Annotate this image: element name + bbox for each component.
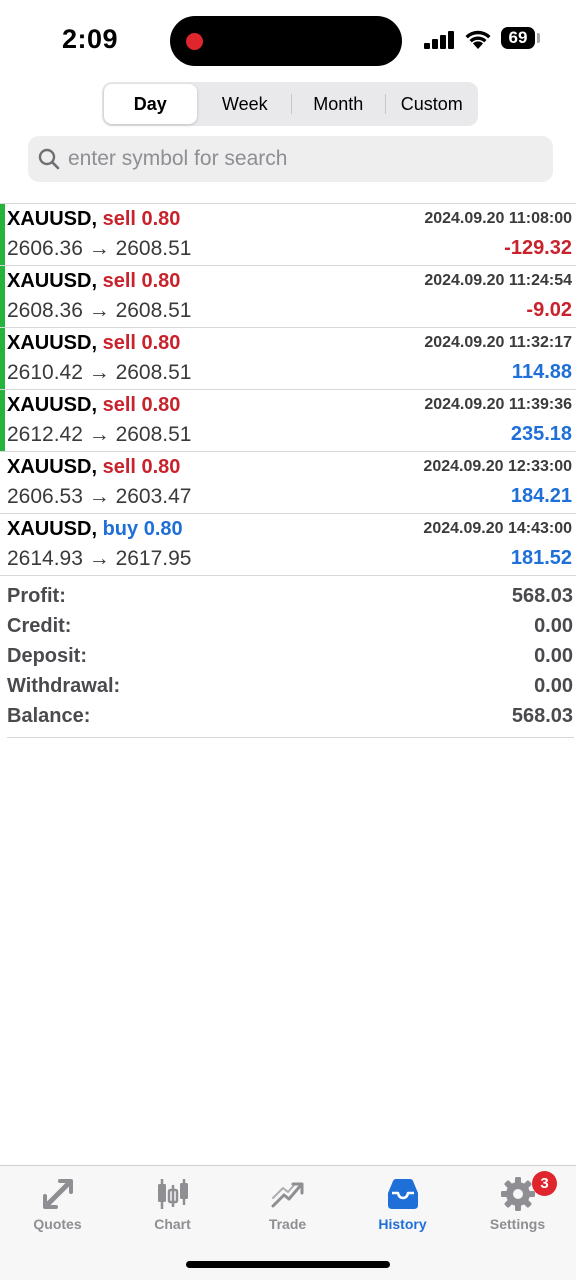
- gear-icon: [501, 1177, 535, 1211]
- history-screen: 2:09 69 Day Week Month Custom enter symb…: [0, 0, 576, 1280]
- deal-symbol: XAUUSD,: [7, 332, 98, 354]
- status-bar: 2:09 69: [0, 0, 576, 78]
- settings-notification-badge: 3: [532, 1171, 557, 1196]
- summary-label: Credit:: [7, 615, 72, 637]
- deal-symbol: XAUUSD,: [7, 518, 98, 540]
- tab-trade[interactable]: Trade: [230, 1166, 345, 1246]
- summary-value: 0.00: [534, 615, 573, 637]
- summary-row: Balance: 568.03: [7, 703, 574, 733]
- deal-symbol-line: XAUUSD, sell 0.80: [7, 332, 180, 355]
- deal-row[interactable]: XAUUSD, buy 0.80 2614.93 → 2617.95 2024.09…: [0, 514, 576, 576]
- deal-row[interactable]: XAUUSD, sell 0.80 2612.42 → 2608.51 2024.0…: [0, 390, 576, 452]
- deal-row[interactable]: XAUUSD, sell 0.80 2610.42 → 2608.51 2024.0…: [0, 328, 576, 390]
- tab-history[interactable]: History: [345, 1166, 460, 1246]
- summary-value: 568.03: [511, 585, 573, 607]
- trade-icon: [271, 1182, 304, 1208]
- deal-time: 2024.09.20 11:08:00: [424, 210, 572, 227]
- summary-row: Withdrawal: 0.00: [7, 673, 574, 703]
- deal-row[interactable]: XAUUSD, sell 0.80 2606.36 → 2608.51 2024.0…: [0, 204, 576, 266]
- deal-type: sell 0.80: [102, 270, 181, 292]
- deal-time: 2024.09.20 11:39:36: [424, 396, 572, 413]
- tab-settings[interactable]: Settings: [460, 1166, 575, 1246]
- deal-profit: -129.32: [504, 237, 572, 259]
- deal-symbol: XAUUSD,: [7, 208, 98, 230]
- deal-time: 2024.09.20 14:43:00: [423, 520, 572, 537]
- deal-row[interactable]: XAUUSD, sell 0.80 2608.36 → 2608.51 2024.0…: [0, 266, 576, 328]
- deal-prices: 2614.93 → 2617.95: [7, 547, 192, 570]
- deal-time: 2024.09.20 11:32:17: [424, 334, 572, 351]
- period-tab-week[interactable]: Week: [199, 82, 292, 126]
- deal-time: 2024.09.20 12:33:00: [423, 458, 572, 475]
- deal-type: sell 0.80: [102, 394, 181, 416]
- deal-prices: 2610.42 → 2608.51: [7, 361, 192, 384]
- recording-indicator-icon: [186, 33, 203, 50]
- tab-label: Settings: [489, 1216, 546, 1232]
- deal-symbol-line: XAUUSD, sell 0.80: [7, 394, 180, 417]
- tab-label: Quotes: [33, 1216, 82, 1232]
- deal-profit: 114.88: [511, 361, 572, 383]
- deal-row[interactable]: XAUUSD, sell 0.80 2606.53 → 2603.47 2024.0…: [0, 452, 576, 514]
- quotes-icon: [43, 1179, 73, 1209]
- summary-value: 0.00: [534, 675, 573, 697]
- deal-symbol: XAUUSD,: [7, 456, 98, 478]
- deals-list: XAUUSD, sell 0.80 2606.36 → 2608.51 2024.0…: [0, 203, 576, 576]
- chart-icon: [158, 1179, 188, 1209]
- cellular-signal-icon: [424, 29, 456, 49]
- deal-prices: 2612.42 → 2608.51: [7, 423, 192, 446]
- deal-profit: 235.18: [510, 423, 572, 445]
- deal-prices: 2606.36 → 2608.51: [7, 237, 192, 260]
- deal-time: 2024.09.20 11:24:54: [424, 272, 572, 289]
- deal-type: sell 0.80: [102, 208, 181, 230]
- summary-label: Deposit:: [7, 645, 87, 667]
- deal-symbol-line: XAUUSD, buy 0.80: [7, 518, 183, 541]
- account-summary: Profit: 568.03 Credit: 0.00 Deposit: 0.00 With…: [7, 583, 574, 738]
- deal-symbol-line: XAUUSD, sell 0.80: [7, 456, 180, 479]
- summary-row: Profit: 568.03: [7, 583, 574, 613]
- deal-profit: 181.52: [510, 547, 572, 569]
- tab-label: Chart: [154, 1216, 191, 1232]
- deal-type: buy 0.80: [102, 518, 183, 540]
- battery-icon: 69: [501, 27, 535, 49]
- dynamic-island: [170, 16, 402, 66]
- summary-value: 568.03: [511, 705, 573, 727]
- deal-profit: 184.21: [510, 485, 572, 507]
- home-indicator[interactable]: [186, 1261, 390, 1268]
- deal-symbol-line: XAUUSD, sell 0.80: [7, 208, 180, 231]
- deal-type: sell 0.80: [102, 332, 181, 354]
- summary-row: Credit: 0.00: [7, 613, 574, 643]
- history-icon: [388, 1179, 418, 1209]
- tab-label: History: [378, 1216, 427, 1232]
- summary-row: Deposit: 0.00: [7, 643, 574, 673]
- tab-quotes[interactable]: Quotes: [0, 1166, 115, 1246]
- period-segmented-control: Day Week Month Custom: [102, 82, 478, 126]
- wifi-icon: [465, 30, 491, 49]
- search-icon: [38, 148, 60, 170]
- deal-symbol: XAUUSD,: [7, 270, 98, 292]
- search-input[interactable]: [68, 136, 538, 182]
- summary-label: Withdrawal:: [7, 675, 121, 697]
- deal-prices: 2608.36 → 2608.51: [7, 299, 192, 322]
- summary-value: 0.00: [534, 645, 573, 667]
- period-tab-month[interactable]: Month: [292, 82, 385, 126]
- summary-label: Profit:: [7, 585, 66, 607]
- deal-type: sell 0.80: [102, 456, 181, 478]
- battery-cap: [537, 33, 540, 43]
- summary-label: Balance:: [7, 705, 91, 727]
- period-tab-custom[interactable]: Custom: [386, 82, 479, 126]
- search-bar[interactable]: [28, 136, 553, 182]
- status-time: 2:09: [62, 24, 119, 54]
- tab-chart[interactable]: Chart: [115, 1166, 230, 1246]
- tab-label: Trade: [268, 1216, 307, 1232]
- deal-prices: 2606.53 → 2603.47: [7, 485, 192, 508]
- deal-symbol: XAUUSD,: [7, 394, 98, 416]
- deal-profit: -9.02: [526, 299, 572, 321]
- deal-symbol-line: XAUUSD, sell 0.80: [7, 270, 180, 293]
- period-tab-day[interactable]: Day: [104, 84, 197, 124]
